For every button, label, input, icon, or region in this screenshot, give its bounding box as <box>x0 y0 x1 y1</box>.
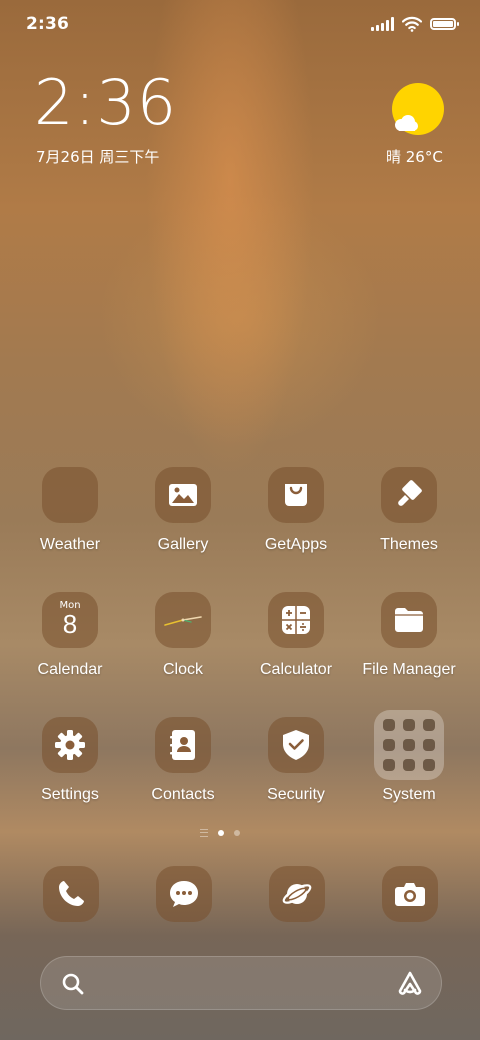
app-label: Calculator <box>259 661 333 678</box>
calculator-icon <box>268 592 324 648</box>
app-label: Settings <box>41 786 99 803</box>
weather-condition-temp[interactable]: 晴 26°C <box>386 146 443 167</box>
messages-icon <box>170 881 198 907</box>
page-dot-active <box>218 830 224 836</box>
shopping-bag-icon <box>268 467 324 523</box>
phone-icon <box>59 881 84 906</box>
calendar-icon: Mon 8 <box>42 592 98 648</box>
wifi-icon <box>402 16 422 32</box>
app-label: Weather <box>39 536 101 553</box>
feed-page-icon <box>200 829 208 837</box>
calendar-day: 8 <box>62 609 78 639</box>
app-getapps[interactable]: GetApps <box>241 467 351 567</box>
camera-icon <box>395 883 425 906</box>
app-clock[interactable]: Clock <box>128 592 238 692</box>
app-label: Gallery <box>157 536 209 553</box>
app-label: Clock <box>162 661 203 678</box>
signal-icon <box>371 17 394 31</box>
app-calendar[interactable]: Mon 8 Calendar <box>15 592 125 692</box>
assistant-icon[interactable] <box>396 970 424 996</box>
page-dot <box>234 830 240 836</box>
status-time: 2:36 <box>26 14 70 34</box>
shield-check-icon <box>268 717 324 773</box>
camera-app[interactable] <box>382 866 438 922</box>
browser-icon <box>282 884 312 904</box>
app-settings[interactable]: Settings <box>15 717 125 817</box>
app-contacts[interactable]: Contacts <box>128 717 238 817</box>
app-label: Security <box>267 786 325 803</box>
paintbrush-icon <box>381 467 437 523</box>
search-icon <box>62 973 84 995</box>
status-icons <box>371 14 459 34</box>
clock-widget-date[interactable]: 7月26日 周三下午 <box>36 146 159 167</box>
app-label: Contacts <box>151 786 215 803</box>
clock-icon <box>155 592 211 648</box>
gear-icon <box>42 717 98 773</box>
app-themes[interactable]: Themes <box>354 467 464 567</box>
folder-system[interactable]: System <box>354 710 464 817</box>
contacts-book-icon <box>155 717 211 773</box>
browser-app[interactable] <box>269 866 325 922</box>
app-file-manager[interactable]: File Manager <box>354 592 464 692</box>
folder-icon <box>381 592 437 648</box>
app-security[interactable]: Security <box>241 717 351 817</box>
page-indicator[interactable] <box>200 829 240 837</box>
system-folder-icon <box>374 710 444 780</box>
search-bar[interactable] <box>40 956 442 1010</box>
app-weather[interactable]: Weather <box>15 467 125 567</box>
app-calculator[interactable]: Calculator <box>241 592 351 692</box>
clock-widget-time[interactable]: 2:36 <box>34 72 177 134</box>
gallery-icon <box>155 467 211 523</box>
app-label: System <box>382 786 436 803</box>
app-gallery[interactable]: Gallery <box>128 467 238 567</box>
app-label: Calendar <box>37 661 103 678</box>
app-label: Themes <box>380 536 438 553</box>
cloud-icon <box>395 115 418 131</box>
battery-icon <box>430 18 459 30</box>
messages-app[interactable] <box>156 866 212 922</box>
weather-app-icon <box>42 467 98 523</box>
phone-app[interactable] <box>43 866 99 922</box>
app-label: File Manager <box>362 661 456 678</box>
app-label: GetApps <box>264 536 328 553</box>
